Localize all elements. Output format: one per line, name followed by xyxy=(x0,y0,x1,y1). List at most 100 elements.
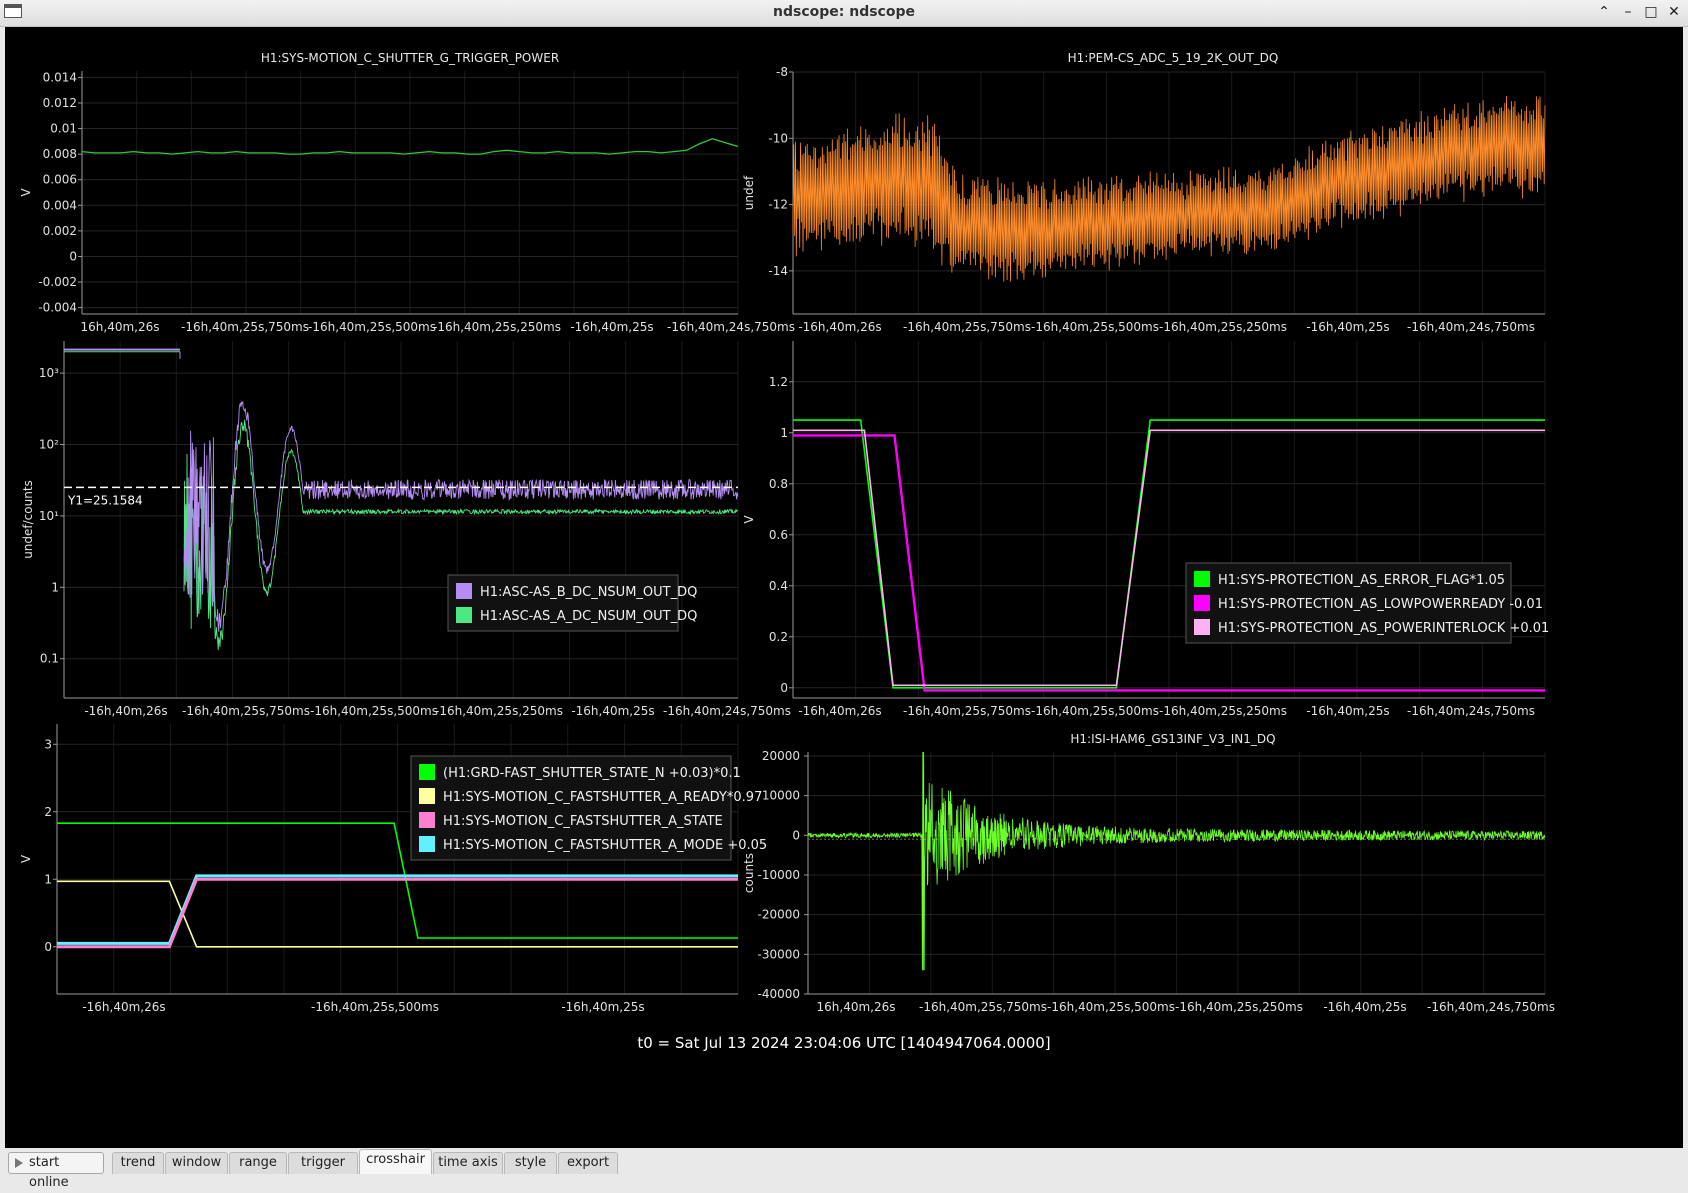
y-tick-label: 10² xyxy=(39,438,59,452)
plot-title: H1:PEM-CS_ADC_5_19_2K_OUT_DQ xyxy=(1068,51,1279,65)
x-tick-label: -16h,40m,24s,750ms xyxy=(1407,704,1535,718)
y-tick-label: 10¹ xyxy=(39,509,59,523)
y-tick-label: 20000 xyxy=(762,749,800,763)
y-axis-label: undef/counts xyxy=(21,480,35,559)
tab-trigger[interactable]: trigger xyxy=(288,1152,358,1174)
y-tick-label: 0 xyxy=(792,828,800,842)
y-tick-label: 0.4 xyxy=(769,579,788,593)
y-tick-label: 0.2 xyxy=(769,630,788,644)
y-tick-label: 0.004 xyxy=(43,198,77,212)
start-online-button[interactable]: start online xyxy=(8,1152,104,1190)
y-tick-label: 1 xyxy=(44,872,52,886)
x-tick-label: -16h,40m,25s xyxy=(570,320,653,334)
tab-time-axis[interactable]: time axis xyxy=(433,1152,503,1174)
y-tick-label: -0.002 xyxy=(38,275,77,289)
legend-entry: H1:ASC-AS_A_DC_NSUM_OUT_DQ xyxy=(480,609,697,624)
legend-entry: H1:SYS-PROTECTION_AS_POWERINTERLOCK +0.0… xyxy=(1218,621,1549,636)
y-axis-label: counts xyxy=(742,853,756,893)
y-tick-label: -30000 xyxy=(757,947,800,961)
plot-title: H1:SYS-MOTION_C_SHUTTER_G_TRIGGER_POWER xyxy=(261,51,559,65)
x-tick-label: -16h,40m,25s,750ms xyxy=(903,704,1031,718)
legend-entry: H1:SYS-MOTION_C_FASTSHUTTER_A_READY*0.97 xyxy=(443,790,762,805)
window-titlebar: ndscope: ndscope ⌃ – □ ✕ xyxy=(0,0,1688,27)
plot-area: 0.014 0.012 0.01 0.008 0.006 0.004 0.002 0 -0.00… xyxy=(5,27,1683,1148)
y-tick-label: -20000 xyxy=(757,908,800,922)
y-tick-label: 0.1 xyxy=(40,652,59,666)
x-tick-label: -16h,40m,26s xyxy=(84,704,167,718)
x-tick-label: -16h,40m,25s,500ms xyxy=(1031,704,1159,718)
x-tick-label: -16h,40m,25s,750ms xyxy=(181,320,309,334)
x-tick-label: -16h,40m,25s,250ms xyxy=(1175,1000,1303,1014)
y-tick-label: 10000 xyxy=(762,789,800,803)
y-axis-label: V xyxy=(19,854,33,863)
y-tick-label: 0.8 xyxy=(769,477,788,491)
window-shade-button[interactable]: ⌃ xyxy=(1594,2,1614,22)
y-tick-label: 0.002 xyxy=(43,224,77,238)
y-tick-label: -0.004 xyxy=(38,301,77,315)
y-tick-label: 3 xyxy=(44,737,52,751)
y-tick-label: -12 xyxy=(768,198,788,212)
x-tick-label: -16h,40m,25s,250ms xyxy=(435,704,563,718)
legend-entry: H1:SYS-MOTION_C_FASTSHUTTER_A_MODE +0.05 xyxy=(443,838,767,853)
x-tick-label: -16h,40m,25s,250ms xyxy=(433,320,561,334)
y-tick-label: 2 xyxy=(44,805,52,819)
y-tick-label: 10³ xyxy=(39,366,59,380)
x-tick-label: -16h,40m,24s,750ms xyxy=(667,320,795,334)
tab-window[interactable]: window xyxy=(165,1152,228,1174)
play-icon xyxy=(15,1158,23,1168)
y-tick-label: -10000 xyxy=(757,868,800,882)
window-title: ndscope: ndscope xyxy=(773,4,915,20)
y-tick-label: 0.008 xyxy=(43,147,77,161)
x-tick-label: -16h,40m,26s xyxy=(798,320,881,334)
x-tick-label: -16h,40m,25s,750ms xyxy=(919,1000,1047,1014)
y-tick-label: 1 xyxy=(780,426,788,440)
y-tick-label: -8 xyxy=(776,65,788,79)
legend-swatch xyxy=(419,764,435,780)
x-tick-label: -16h,40m,25s,250ms xyxy=(1159,704,1287,718)
y-tick-label: 0.6 xyxy=(769,528,788,542)
x-tick-label: -16h,40m,25s,500ms xyxy=(310,704,438,718)
legend-swatch xyxy=(1194,619,1210,635)
x-tick-label: -16h,40m,25s xyxy=(1323,1000,1406,1014)
crosshair-y1-label: Y1=25.1584 xyxy=(67,493,143,507)
legend-swatch xyxy=(456,583,472,599)
tab-range[interactable]: range xyxy=(229,1152,287,1174)
y-tick-label: -14 xyxy=(768,264,788,278)
legend-swatch xyxy=(1194,571,1210,587)
x-tick-label: -16h,40m,25s xyxy=(571,704,654,718)
x-tick-label: -16h,40m,25s,750ms xyxy=(182,704,310,718)
y-axis-label: V xyxy=(742,515,756,524)
start-online-label: start online xyxy=(29,1155,69,1190)
tab-crosshair[interactable]: crosshair xyxy=(359,1149,432,1174)
legend-entry: (H1:GRD-FAST_SHUTTER_STATE_N +0.03)*0.1 xyxy=(443,766,741,781)
plots-canvas[interactable]: 0.014 0.012 0.01 0.008 0.006 0.004 0.002 0 -0.00… xyxy=(5,27,1683,1148)
x-tick-label: -16h,40m,26s xyxy=(82,1000,165,1014)
bottom-tab-bar: start online trend window range trigger … xyxy=(0,1148,1688,1190)
legend-entry: H1:SYS-PROTECTION_AS_ERROR_FLAG*1.05 xyxy=(1218,573,1505,588)
t0-timestamp: t0 = Sat Jul 13 2024 23:04:06 UTC [14049… xyxy=(637,1034,1051,1052)
tab-style[interactable]: style xyxy=(504,1152,557,1174)
y-tick-label: -40000 xyxy=(757,987,800,1001)
x-tick-label: -16h,40m,24s,750ms xyxy=(1407,320,1535,334)
tab-export[interactable]: export xyxy=(558,1152,618,1174)
x-tick-label: 16h,40m,26s xyxy=(817,1000,896,1014)
legend-entry: H1:SYS-PROTECTION_AS_LOWPOWERREADY -0.01 xyxy=(1218,597,1543,612)
plot-title: H1:ISI-HAM6_GS13INF_V3_IN1_DQ xyxy=(1070,732,1275,746)
x-tick-label: -16h,40m,25s,500ms xyxy=(1031,320,1159,334)
y-axis-label: undef xyxy=(742,175,756,210)
x-tick-label: -16h,40m,25s,500ms xyxy=(311,1000,439,1014)
window-minimize-button[interactable]: – xyxy=(1618,2,1638,22)
legend-swatch xyxy=(419,812,435,828)
y-tick-label: 1.2 xyxy=(769,375,788,389)
tab-trend[interactable]: trend xyxy=(112,1152,164,1174)
window-close-button[interactable]: ✕ xyxy=(1664,2,1684,22)
y-tick-label: 1 xyxy=(51,580,59,594)
y-axis-label: V xyxy=(19,188,33,197)
x-tick-label: -16h,40m,25s xyxy=(1306,704,1389,718)
legend-entry: H1:ASC-AS_B_DC_NSUM_OUT_DQ xyxy=(480,585,697,600)
x-tick-label: -16h,40m,25s,250ms xyxy=(1159,320,1287,334)
y-tick-label: 0.01 xyxy=(50,122,77,136)
window-maximize-button[interactable]: □ xyxy=(1641,2,1661,22)
y-tick-label: 0.014 xyxy=(43,70,77,84)
y-tick-label: 0 xyxy=(69,249,77,263)
